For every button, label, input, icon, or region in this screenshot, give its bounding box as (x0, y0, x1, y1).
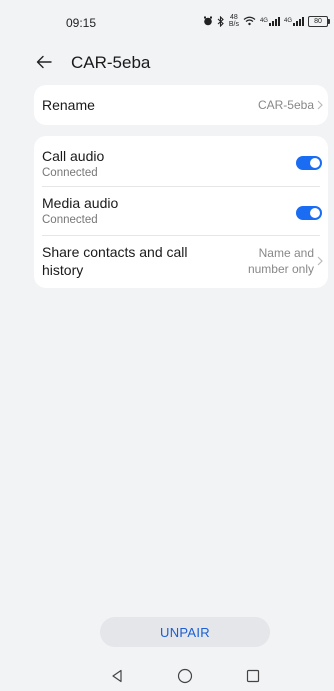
cellular-signal-icon-2: 4G (283, 16, 304, 26)
call-audio-status: Connected (42, 167, 98, 179)
status-icons: 48 B/s 4G 4G 80 (203, 14, 330, 28)
unpair-button[interactable]: UNPAIR (100, 617, 270, 647)
share-contacts-value-line1: Name and (258, 246, 314, 260)
rename-row[interactable]: Rename CAR-5eba (42, 85, 323, 125)
bluetooth-icon (217, 15, 225, 27)
navigation-bar (0, 660, 334, 691)
nav-home-button[interactable] (175, 666, 195, 686)
chevron-right-icon (317, 256, 323, 266)
page-title: CAR-5eba (71, 53, 151, 72)
call-audio-toggle[interactable] (296, 156, 322, 170)
media-audio-status: Connected (42, 214, 98, 226)
cellular-signal-icon-1: 4G (259, 16, 280, 26)
media-audio-label: Media audio (42, 195, 119, 211)
call-audio-row[interactable]: Call audio Connected (42, 136, 322, 186)
share-contacts-row[interactable]: Share contacts and call history Name and… (42, 236, 323, 288)
status-time: 09:15 (66, 16, 97, 30)
nav-recents-button[interactable] (243, 666, 263, 686)
share-contacts-label-line2: history (42, 262, 84, 278)
triangle-back-icon (112, 669, 122, 683)
signal-1-label: 4G (259, 18, 268, 24)
media-audio-toggle[interactable] (296, 206, 322, 220)
call-audio-label: Call audio (42, 148, 105, 164)
signal-2-label: 4G (283, 18, 292, 24)
wifi-icon (243, 16, 256, 26)
alarm-icon (203, 16, 213, 26)
rename-card: Rename CAR-5eba (34, 85, 328, 125)
share-contacts-value-line2: number only (247, 262, 314, 276)
header: CAR-5eba (0, 44, 334, 80)
circle-home-icon (177, 668, 193, 684)
share-contacts-label-line1: Share contacts and call (42, 244, 188, 260)
network-speed-value: 48 (230, 14, 238, 21)
nav-back-button[interactable] (107, 666, 127, 686)
status-bar: 09:15 48 B/s 4G 4G 80 (0, 0, 334, 40)
square-recents-icon (246, 669, 260, 683)
chevron-right-icon (317, 100, 323, 110)
battery-icon: 80 (308, 15, 330, 27)
media-audio-row[interactable]: Media audio Connected (42, 187, 322, 235)
back-arrow-icon (36, 55, 52, 69)
network-speed: 48 B/s (229, 14, 239, 28)
audio-settings-card: Call audio Connected Media audio Connect… (34, 136, 328, 288)
network-speed-unit: B/s (228, 21, 239, 28)
rename-value: CAR-5eba (257, 98, 314, 112)
battery-level: 80 (314, 17, 322, 25)
rename-label: Rename (42, 97, 95, 113)
back-button[interactable] (34, 52, 54, 72)
